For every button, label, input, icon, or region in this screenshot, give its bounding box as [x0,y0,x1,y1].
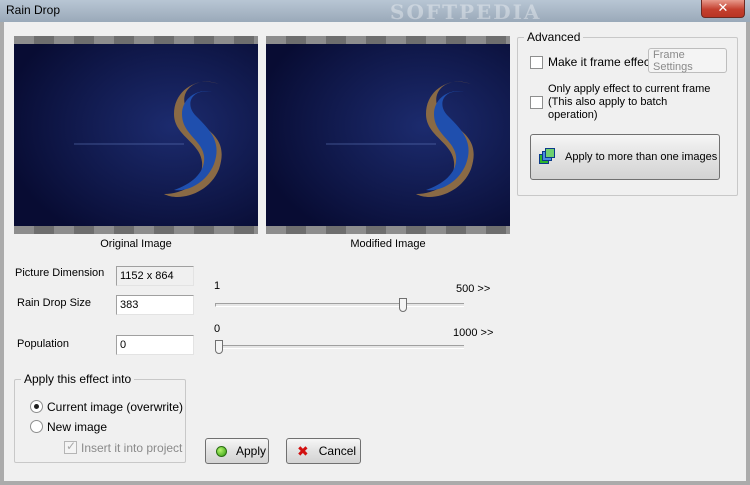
original-image-caption: Original Image [100,238,172,250]
original-image-preview [14,36,258,234]
population-slider-track[interactable] [215,345,464,349]
apply-multiple-images-button[interactable]: Apply to more than one images [530,134,720,180]
layers-icon [539,148,555,165]
insert-into-project-checkbox[interactable] [64,439,77,454]
population-slider-thumb[interactable] [215,340,223,354]
new-image-label[interactable]: New image [47,420,107,434]
rain-drop-slider-min-label: 1 [214,280,221,292]
rain-drop-size-label: Rain Drop Size [17,297,91,309]
only-current-frame-checkbox[interactable] [530,96,543,109]
population-label: Population [17,338,69,350]
dialog-client-area: Original Image Modified Image Picture Di… [4,22,746,481]
cancel-button-label: Cancel [318,444,357,458]
new-image-radio[interactable] [30,420,43,433]
apply-button[interactable]: Apply [205,438,269,464]
current-image-label[interactable]: Current image (overwrite) [47,400,183,414]
population-input[interactable]: 0 [116,335,194,355]
frame-settings-button[interactable]: Frame Settings [648,48,727,73]
watermark-logo: SOFTPEDIA [390,0,542,24]
rain-drop-slider-thumb[interactable] [399,298,408,312]
insert-into-project-label: Insert it into project [81,441,183,455]
apply-multiple-images-label: Apply to more than one images [565,151,718,163]
current-image-radio[interactable] [30,400,43,413]
red-x-icon: ✖ [297,442,309,459]
green-dot-icon [216,445,227,457]
frame-effect-label[interactable]: Make it frame effect [548,55,653,69]
close-icon: ✕ [717,0,729,15]
apply-button-label: Apply [236,444,267,458]
modified-image-preview [266,36,510,234]
rain-drop-slider-track[interactable] [215,303,464,307]
window-title: Rain Drop [6,3,61,17]
apply-into-group: Apply this effect into Current image (ov… [14,372,186,463]
advanced-group: Advanced Make it frame effect Frame Sett… [517,30,738,196]
modified-image-caption: Modified Image [350,238,426,250]
rain-drop-size-input[interactable]: 383 [116,295,194,315]
original-image-art [14,44,258,226]
population-slider-max-label: 1000 >> [453,327,494,339]
modified-image-art [266,44,510,226]
frame-effect-checkbox[interactable] [530,56,543,69]
advanced-title: Advanced [524,30,584,44]
only-current-frame-label[interactable]: Only apply effect to current frame (This… [548,83,710,122]
close-button[interactable]: ✕ [701,0,745,18]
picture-dimension-label: Picture Dimension [15,267,105,279]
title-bar: Rain Drop SOFTPEDIA ✕ [0,0,750,24]
picture-dimension-field: 1152 x 864 [116,266,194,286]
rain-drop-slider-max-label: 500 >> [456,283,491,295]
population-slider-min-label: 0 [214,323,221,335]
rain-drop-window: Rain Drop SOFTPEDIA ✕ Original Image Mod… [0,0,750,485]
apply-into-title: Apply this effect into [21,372,135,386]
cancel-button[interactable]: ✖ Cancel [286,438,361,464]
